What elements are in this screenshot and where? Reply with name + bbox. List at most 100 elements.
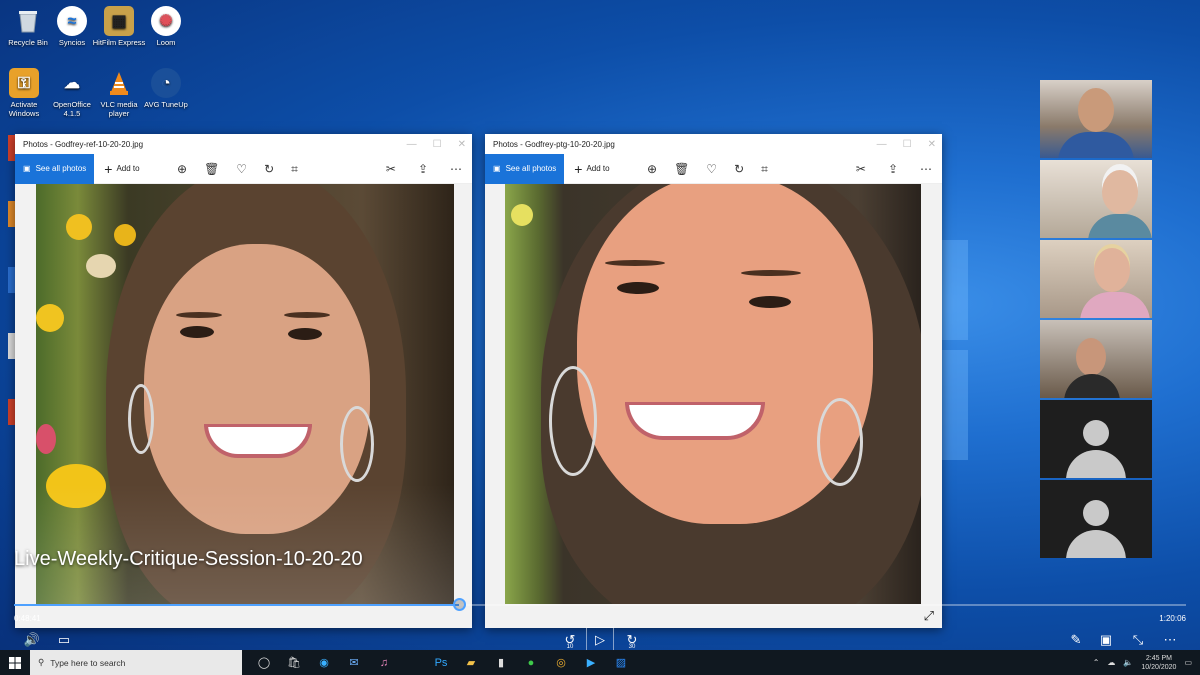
network-icon[interactable]: ☁ bbox=[1107, 658, 1115, 667]
edge-icon[interactable]: ◉ bbox=[312, 650, 336, 675]
app-icon[interactable]: ▮ bbox=[489, 650, 513, 675]
rotate-icon[interactable]: ↻ bbox=[734, 162, 744, 176]
taskbar-search-box[interactable]: ⚲ Type here to search bbox=[30, 650, 242, 675]
photos-icon: ▣ bbox=[493, 164, 501, 173]
photos-icon: ▣ bbox=[23, 164, 31, 173]
painting-photo bbox=[505, 184, 921, 604]
participants-panel bbox=[1040, 80, 1152, 560]
window-titlebar[interactable]: Photos - Godfrey-ptg-10-20-20.jpg — ☐ ✕ bbox=[485, 134, 942, 154]
chrome-icon[interactable]: ◎ bbox=[549, 650, 573, 675]
heart-icon[interactable]: ♡ bbox=[706, 162, 717, 176]
user-placeholder-icon bbox=[1083, 500, 1109, 526]
elapsed-time: 0:48:41 bbox=[14, 614, 41, 623]
eyebrow bbox=[176, 312, 222, 318]
participant-body bbox=[1080, 292, 1150, 318]
avg-tuneup-icon: ◔ bbox=[151, 68, 181, 98]
close-icon[interactable]: ✕ bbox=[458, 139, 466, 150]
zoom-app-icon[interactable]: ▶ bbox=[579, 650, 603, 675]
participant-face bbox=[1078, 88, 1114, 132]
crop-icon[interactable]: ⌗ bbox=[761, 162, 768, 177]
window-titlebar[interactable]: Photos - Godfrey-ref-10-20-20.jpg — ☐ ✕ bbox=[15, 134, 472, 154]
speaker-icon[interactable]: 🔈 bbox=[1123, 658, 1133, 667]
photo-viewport[interactable]: ⤢ bbox=[485, 184, 942, 628]
hoop-earring bbox=[128, 384, 154, 454]
taskbar: ⚲ Type here to search ◯ 🛍 ◉ ✉ ♫ Ps ▰ ▮ ●… bbox=[0, 650, 1200, 675]
more-icon[interactable]: ⋯ bbox=[450, 162, 462, 176]
taskbar-clock[interactable]: 2:45 PM 10/20/2020 bbox=[1141, 654, 1176, 672]
desktop-icon-loom[interactable]: ✺ Loom bbox=[138, 6, 194, 47]
video-progress-fill bbox=[14, 604, 460, 606]
photos-app-icon[interactable]: ▨ bbox=[609, 650, 633, 675]
notification-icon[interactable]: ▭ bbox=[1184, 658, 1192, 667]
rotate-icon[interactable]: ↻ bbox=[264, 162, 274, 176]
crop-icon[interactable]: ⌗ bbox=[291, 162, 298, 177]
start-button[interactable] bbox=[0, 650, 30, 675]
smile bbox=[625, 402, 765, 440]
add-to-label: Add to bbox=[116, 164, 140, 173]
fullscreen-icon[interactable]: ⤢ bbox=[924, 608, 934, 624]
window-controls: — ☐ ✕ bbox=[407, 134, 466, 154]
desktop-icon-label: Loom bbox=[156, 38, 176, 47]
desktop-icon-label: AVG TuneUp bbox=[144, 100, 188, 109]
edit-create-icon[interactable]: ✂ bbox=[856, 162, 866, 176]
minimize-icon[interactable]: — bbox=[877, 139, 887, 150]
store-icon[interactable]: 🛍 bbox=[282, 650, 306, 675]
participant-video[interactable] bbox=[1040, 320, 1152, 398]
zoom-icon[interactable]: ⊕ bbox=[177, 162, 187, 176]
add-to-button[interactable]: + Add to bbox=[104, 161, 139, 177]
share-icon[interactable]: ⇪ bbox=[888, 162, 898, 176]
zoom-icon[interactable]: ⊕ bbox=[647, 162, 657, 176]
user-placeholder-body bbox=[1066, 530, 1126, 558]
participant-video[interactable] bbox=[1040, 80, 1152, 158]
minimize-icon[interactable]: — bbox=[407, 139, 417, 150]
close-icon[interactable]: ✕ bbox=[928, 139, 936, 150]
participant-body bbox=[1058, 132, 1134, 158]
task-view-icon[interactable]: ◯ bbox=[252, 650, 276, 675]
eye bbox=[617, 282, 659, 294]
maximize-icon[interactable]: ☐ bbox=[903, 139, 912, 150]
more-options-icon[interactable]: ⋯ bbox=[1160, 630, 1180, 650]
search-icon: ⚲ bbox=[38, 657, 45, 667]
participant-no-video[interactable] bbox=[1040, 480, 1152, 558]
loom-icon: ✺ bbox=[151, 6, 181, 36]
eye bbox=[749, 296, 791, 308]
hoop-earring bbox=[817, 398, 863, 486]
pen-icon[interactable]: ✎ bbox=[1066, 630, 1086, 650]
mail-icon[interactable]: ✉ bbox=[342, 650, 366, 675]
photos-window-painting[interactable]: Photos - Godfrey-ptg-10-20-20.jpg — ☐ ✕ … bbox=[485, 134, 942, 628]
mini-view-icon[interactable]: ▣ bbox=[1096, 630, 1116, 650]
delete-icon[interactable]: 🗑 bbox=[204, 162, 219, 176]
clock-time: 2:45 PM bbox=[1145, 654, 1172, 662]
exit-fullscreen-icon[interactable]: ⤡ bbox=[1128, 630, 1148, 650]
maximize-icon[interactable]: ☐ bbox=[433, 139, 442, 150]
more-icon[interactable]: ⋯ bbox=[920, 162, 932, 176]
flower bbox=[36, 424, 56, 454]
app-green-icon[interactable]: ● bbox=[519, 650, 543, 675]
captions-icon[interactable]: ▭ bbox=[54, 630, 74, 650]
see-all-photos-button[interactable]: ▣ See all photos bbox=[485, 153, 565, 184]
participant-video[interactable] bbox=[1040, 160, 1152, 238]
flower bbox=[86, 254, 116, 278]
skip-forward-button[interactable]: ↻ 30 bbox=[620, 630, 644, 650]
music-icon[interactable]: ♫ bbox=[372, 650, 396, 675]
photoshop-icon[interactable]: Ps bbox=[429, 650, 453, 675]
user-placeholder-body bbox=[1066, 450, 1126, 478]
heart-icon[interactable]: ♡ bbox=[236, 162, 247, 176]
participant-no-video[interactable] bbox=[1040, 400, 1152, 478]
chevron-up-icon[interactable]: ⌃ bbox=[1093, 658, 1100, 667]
skip-back-button[interactable]: ↺ 10 bbox=[558, 630, 582, 650]
see-all-photos-button[interactable]: ▣ See all photos bbox=[15, 153, 95, 184]
participant-video[interactable] bbox=[1040, 240, 1152, 318]
video-progress-track[interactable] bbox=[14, 598, 1186, 611]
flower bbox=[511, 204, 533, 226]
edit-create-icon[interactable]: ✂ bbox=[386, 162, 396, 176]
volume-icon[interactable]: 🔊 bbox=[22, 630, 42, 650]
delete-icon[interactable]: 🗑 bbox=[674, 162, 689, 176]
see-all-photos-label: See all photos bbox=[35, 164, 87, 173]
eye bbox=[180, 326, 214, 338]
smile bbox=[204, 424, 312, 458]
desktop-icon-avg-tuneup[interactable]: ◔ AVG TuneUp bbox=[138, 68, 194, 109]
share-icon[interactable]: ⇪ bbox=[418, 162, 428, 176]
file-explorer-icon[interactable]: ▰ bbox=[459, 650, 483, 675]
add-to-button[interactable]: + Add to bbox=[574, 161, 609, 177]
